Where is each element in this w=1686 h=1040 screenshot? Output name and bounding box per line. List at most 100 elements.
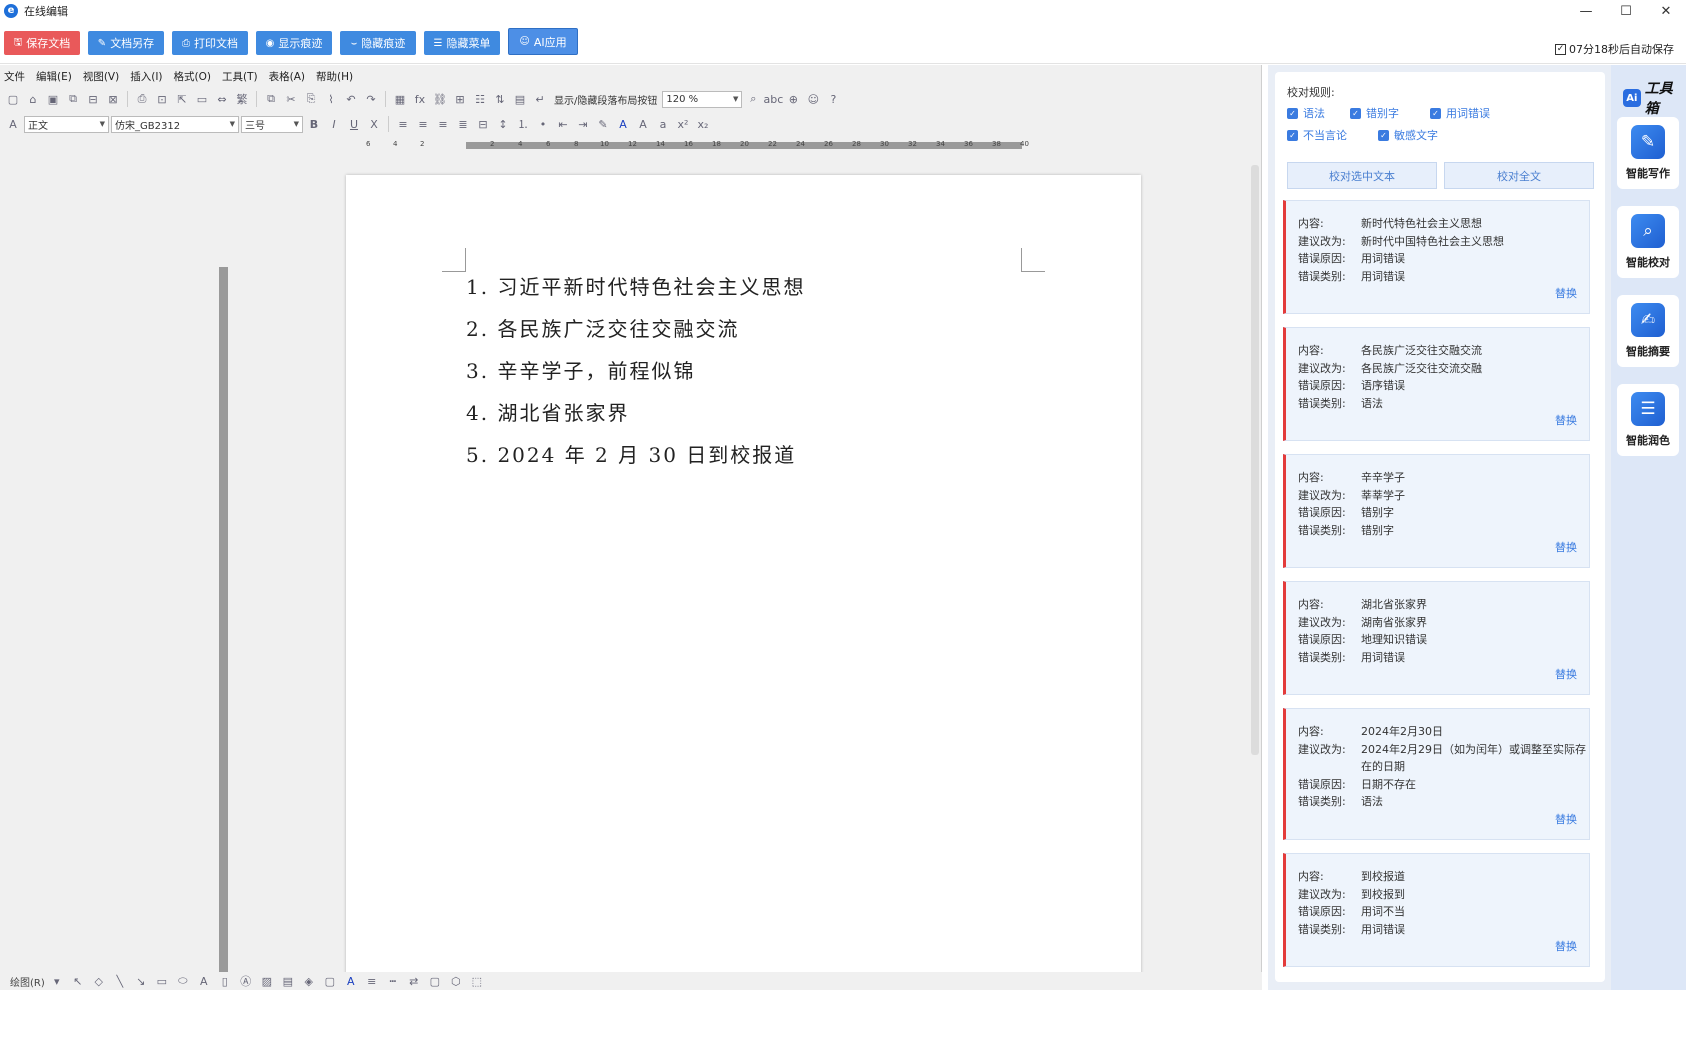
font-color-icon[interactable]: A [614,115,632,133]
formula-icon[interactable]: fx [411,90,429,108]
superscript-icon[interactable]: x² [674,115,692,133]
close-icon[interactable]: ✕ [1646,0,1686,22]
spellcheck-icon[interactable]: abc [763,90,783,108]
show-traces-button[interactable]: ◉ 显示痕迹 [256,31,332,55]
vertical-textbox-icon[interactable]: ▯ [216,972,234,990]
subscript-icon[interactable]: x₂ [694,115,712,133]
pdf-icon[interactable]: ⊠ [104,90,122,108]
line-style-icon[interactable]: ≡ [363,972,381,990]
rule-typo[interactable]: ✓ 错别字 [1350,105,1399,121]
menu-help[interactable]: 帮助(H) [312,69,360,85]
paragraph-style-select[interactable]: 正文 ▼ [24,115,109,133]
line-color-icon[interactable]: ▢ [321,972,339,990]
numbered-list-icon[interactable]: ⒈ [514,115,532,133]
replace-link[interactable]: 替换 [1555,811,1577,827]
page-break-icon[interactable]: ⇔ [213,90,231,108]
shapes-icon[interactable]: ◇ [90,972,108,990]
checkbox-checked-icon[interactable]: ✓ [1350,107,1361,119]
simplified-traditional-icon[interactable]: 繁 [233,90,251,108]
justify-icon[interactable]: ≣ [454,115,472,133]
translate-icon[interactable]: ⊕ [784,90,802,108]
rule-grammar[interactable]: ✓ 语法 [1287,105,1325,121]
maximize-icon[interactable]: ☐ [1606,0,1646,22]
tool-smart-summary[interactable]: ✍ 智能摘要 [1617,295,1679,367]
menu-edit[interactable]: 编辑(E) [32,69,79,85]
font-color-icon[interactable]: A [342,972,360,990]
line-spacing-icon[interactable]: ↕ [494,115,512,133]
print-preview-icon[interactable]: ⊡ [153,90,171,108]
link-icon[interactable]: ⛓ [431,90,449,108]
line-icon[interactable]: ╲ [111,972,129,990]
highlight-icon[interactable]: ✎ [594,115,612,133]
shrink-font-icon[interactable]: a [654,115,672,133]
strikethrough-icon[interactable]: X [365,115,383,133]
zoom-select[interactable]: 120 % ▼ [662,90,743,108]
font-family-select[interactable]: 仿宋_GB2312 ▼ [111,115,239,133]
align-left-icon[interactable]: ≡ [394,115,412,133]
paste-icon[interactable]: ⎘ [302,90,320,108]
shadow-icon[interactable]: ▢ [426,972,444,990]
select-objects-icon[interactable]: ⬚ [468,972,486,990]
cut-icon[interactable]: ✂ [282,90,300,108]
format-painter-icon[interactable]: ⌇ [322,90,340,108]
open-icon[interactable]: ⌂ [24,90,42,108]
print-document-button[interactable]: ⎙ 打印文档 [172,31,248,55]
rule-word-error[interactable]: ✓ 用词错误 [1430,105,1490,121]
underline-icon[interactable]: U [345,115,363,133]
minimize-icon[interactable]: — [1566,0,1606,22]
save-copy-icon[interactable]: ⧉ [64,90,82,108]
document-line[interactable]: 3. 辛辛学子，前程似锦 [466,358,805,400]
replace-link[interactable]: 替换 [1555,938,1577,954]
textbox-icon[interactable]: A [195,972,213,990]
document-line[interactable]: 2. 各民族广泛交往交融交流 [466,316,805,358]
document-line[interactable]: 5. 2024 年 2 月 30 日到校报道 [466,442,805,484]
check-all-button[interactable]: 校对全文 [1444,162,1594,189]
replace-link[interactable]: 替换 [1555,666,1577,682]
font-size-select[interactable]: 三号 ▼ [241,115,303,133]
align-center-icon[interactable]: ≡ [414,115,432,133]
chart-icon[interactable]: ▤ [279,972,297,990]
tool-smart-writing[interactable]: ✎ 智能写作 [1617,117,1679,189]
italic-icon[interactable]: I [325,115,343,133]
bullet-list-icon[interactable]: • [534,115,552,133]
rule-sensitive-text[interactable]: ✓ 敏感文字 [1378,127,1438,143]
distributed-icon[interactable]: ⊟ [474,115,492,133]
autosave-toggle[interactable]: ✓ 07分18秒后自动保存 [1555,41,1674,57]
redo-icon[interactable]: ↷ [362,90,380,108]
tool-smart-proofread[interactable]: ⌕ 智能校对 [1617,206,1679,278]
drawing-menu[interactable]: 绘图(R) [10,974,45,989]
table-icon[interactable]: ⊞ [451,90,469,108]
scrollbar-thumb[interactable] [1251,165,1259,755]
calculator-icon[interactable]: ▦ [391,90,409,108]
indent-increase-icon[interactable]: ⇥ [574,115,592,133]
document-content[interactable]: 1. 习近平新时代特色社会主义思想 2. 各民族广泛交往交融交流 3. 辛辛学子… [466,274,805,484]
checkbox-checked-icon[interactable]: ✓ [1287,129,1298,141]
fill-color-icon[interactable]: ◈ [300,972,318,990]
check-selected-button[interactable]: 校对选中文本 [1287,162,1437,189]
menu-view[interactable]: 视图(V) [79,69,126,85]
export-icon[interactable]: ⊟ [84,90,102,108]
checkbox-checked-icon[interactable]: ✓ [1430,107,1441,119]
search-icon[interactable]: ⌕ [744,90,762,108]
document-line[interactable]: 4. 湖北省张家界 [466,400,805,442]
document-line[interactable]: 1. 习近平新时代特色社会主义思想 [466,274,805,316]
menu-tools[interactable]: 工具(T) [218,69,265,85]
select-pointer-icon[interactable]: ↖ [69,972,87,990]
checkbox-checked-icon[interactable]: ✓ [1378,129,1389,141]
columns-icon[interactable]: ☷ [471,90,489,108]
menu-format[interactable]: 格式(O) [170,69,218,85]
layout-toggle-label[interactable]: 显示/隐藏段落布局按钮 [551,92,660,107]
page-icon[interactable]: ▭ [193,90,211,108]
vertical-scrollbar[interactable] [1250,135,1260,995]
hide-menu-button[interactable]: ☰ 隐藏菜单 [424,31,500,55]
bold-icon[interactable]: B [305,115,323,133]
document-page[interactable]: 1. 习近平新时代特色社会主义思想 2. 各民族广泛交往交融交流 3. 辛辛学子… [346,175,1141,975]
save-as-button[interactable]: ✎ 文档另存 [88,31,164,55]
arrow-icon[interactable]: ↘ [132,972,150,990]
ai-app-button[interactable]: ☺ AI应用 [508,28,578,55]
autosave-checkbox[interactable]: ✓ [1555,43,1566,55]
document-icon[interactable]: ▤ [511,90,529,108]
menu-table[interactable]: 表格(A) [265,69,312,85]
3d-icon[interactable]: ⬡ [447,972,465,990]
print-icon[interactable]: ⎙ [133,90,151,108]
